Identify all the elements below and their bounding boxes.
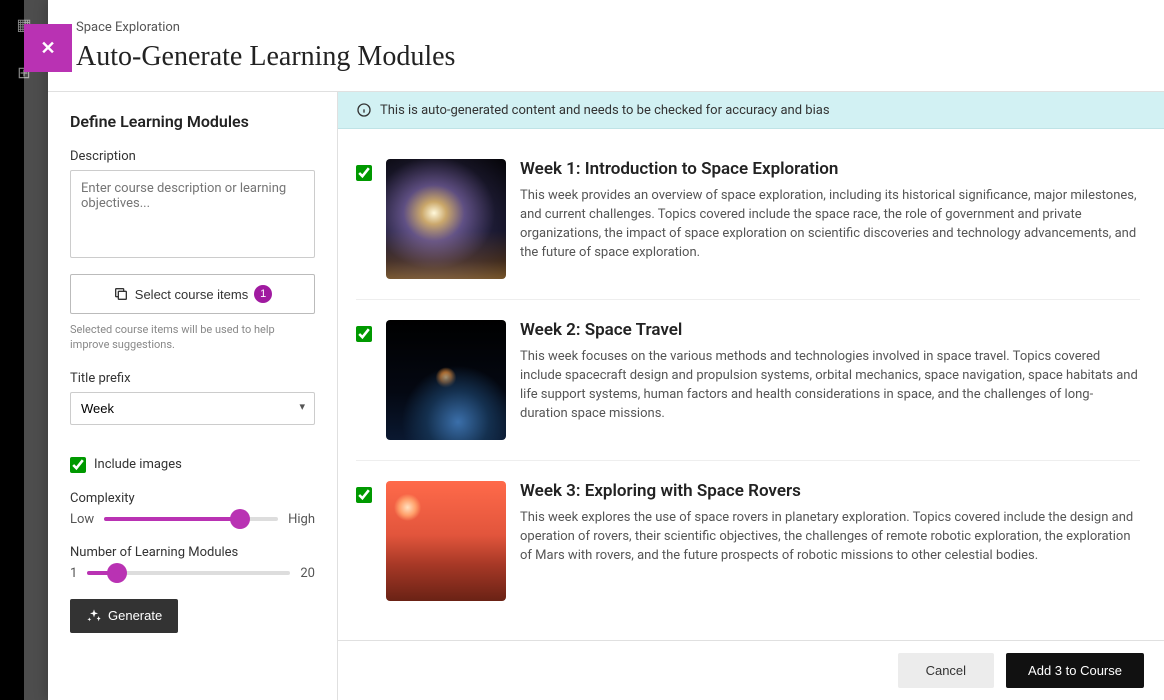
modules-list: Week 1: Introduction to Space Exploratio… <box>338 129 1164 640</box>
selected-count-badge: 1 <box>254 285 272 303</box>
include-images-checkbox[interactable] <box>70 457 86 473</box>
select-course-items-button[interactable]: Select course items 1 <box>70 274 315 314</box>
module-description: This week explores the use of space rove… <box>520 509 1140 566</box>
num-modules-min: 1 <box>70 566 77 581</box>
app-sidebar-shadow <box>24 0 48 700</box>
description-input[interactable] <box>70 170 315 258</box>
complexity-high-label: High <box>288 512 315 527</box>
info-icon <box>356 102 372 118</box>
module-title: Week 3: Exploring with Space Rovers <box>520 481 1140 501</box>
complexity-label: Complexity <box>70 491 315 506</box>
module-thumbnail <box>386 320 506 440</box>
complexity-slider[interactable] <box>104 517 278 521</box>
module-thumbnail <box>386 159 506 279</box>
copy-icon <box>113 286 129 302</box>
generate-label: Generate <box>108 608 162 623</box>
auto-generate-modal: Space Exploration Auto-Generate Learning… <box>48 0 1164 700</box>
info-banner: This is auto-generated content and needs… <box>338 92 1164 129</box>
complexity-low-label: Low <box>70 512 94 527</box>
num-modules-label: Number of Learning Modules <box>70 545 315 560</box>
generate-button[interactable]: Generate <box>70 599 178 633</box>
module-item: Week 1: Introduction to Space Exploratio… <box>356 139 1140 300</box>
info-banner-text: This is auto-generated content and needs… <box>380 103 830 118</box>
module-title: Week 2: Space Travel <box>520 320 1140 340</box>
module-item: Week 2: Space Travel This week focuses o… <box>356 300 1140 461</box>
sparkle-icon <box>86 608 102 624</box>
module-description: This week focuses on the various methods… <box>520 348 1140 423</box>
module-checkbox[interactable] <box>356 326 372 342</box>
results-panel: This is auto-generated content and needs… <box>338 92 1164 700</box>
num-modules-max: 20 <box>300 566 315 581</box>
module-description: This week provides an overview of space … <box>520 187 1140 262</box>
module-checkbox[interactable] <box>356 487 372 503</box>
modal-footer: Cancel Add 3 to Course <box>338 640 1164 700</box>
module-checkbox[interactable] <box>356 165 372 181</box>
add-to-course-button[interactable]: Add 3 to Course <box>1006 653 1144 688</box>
include-images-label[interactable]: Include images <box>94 457 182 472</box>
select-items-label: Select course items <box>135 287 248 302</box>
define-panel: Define Learning Modules Description Sele… <box>48 92 338 700</box>
close-button[interactable] <box>24 24 72 72</box>
select-items-help: Selected course items will be used to he… <box>70 322 315 353</box>
cancel-button[interactable]: Cancel <box>898 653 994 688</box>
title-prefix-select[interactable]: Week <box>70 392 315 425</box>
modal-header: Space Exploration Auto-Generate Learning… <box>48 0 1164 92</box>
section-heading: Define Learning Modules <box>70 112 315 131</box>
module-title: Week 1: Introduction to Space Exploratio… <box>520 159 1140 179</box>
title-prefix-label: Title prefix <box>70 371 315 386</box>
description-label: Description <box>70 149 315 164</box>
num-modules-slider[interactable] <box>87 571 290 575</box>
module-item: Week 3: Exploring with Space Rovers This… <box>356 461 1140 621</box>
page-title: Auto-Generate Learning Modules <box>76 41 1136 73</box>
breadcrumb: Space Exploration <box>76 20 1136 35</box>
module-thumbnail <box>386 481 506 601</box>
